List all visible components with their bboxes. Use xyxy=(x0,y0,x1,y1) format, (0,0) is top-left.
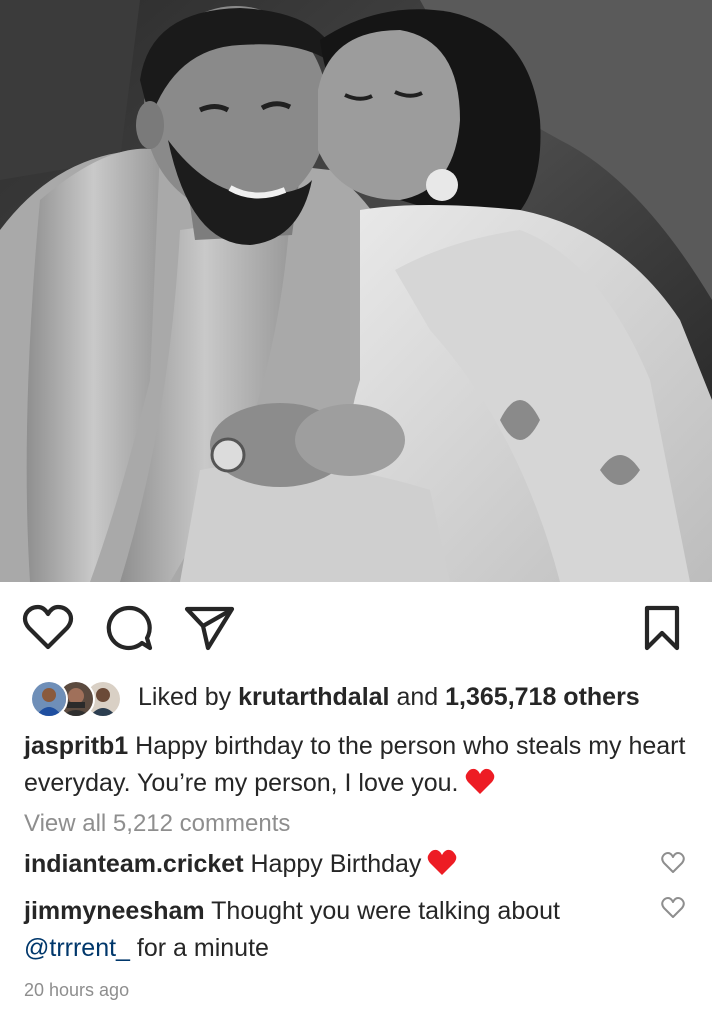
heart-outline-icon[interactable] xyxy=(22,604,74,652)
post-image[interactable] xyxy=(0,0,712,582)
comment-like-heart-icon[interactable] xyxy=(660,896,686,920)
comment-username[interactable]: jimmyneesham xyxy=(24,897,205,925)
likes-summary[interactable]: Liked by krutarthdalal and 1,365,718 oth… xyxy=(138,683,640,712)
comment-username[interactable]: indianteam.cricket xyxy=(24,850,244,878)
mention-link[interactable]: @trrrent_ xyxy=(24,934,130,962)
caption-username[interactable]: jaspritb1 xyxy=(24,732,128,760)
post-photo-illustration xyxy=(0,0,712,582)
comment-item: jimmyneesham Thought you were talking ab… xyxy=(24,893,644,967)
comment-text: Thought you were talking about xyxy=(211,897,560,925)
bookmark-icon[interactable] xyxy=(642,604,682,652)
liker-avatars[interactable] xyxy=(30,680,130,718)
post-caption: jaspritb1 Happy birthday to the person w… xyxy=(24,728,696,802)
comment-text-after: for a minute xyxy=(136,934,269,962)
likes-prefix: Liked by xyxy=(138,683,232,711)
paper-plane-icon[interactable] xyxy=(184,604,236,652)
comment-text: Happy Birthday xyxy=(250,850,422,878)
red-heart-emoji-icon xyxy=(427,849,457,876)
post-timestamp: 20 hours ago xyxy=(24,980,130,1000)
liked-by-username[interactable]: krutarthdalal xyxy=(238,683,389,711)
comment-bubble-icon[interactable] xyxy=(104,604,154,654)
comment-like-heart-icon[interactable] xyxy=(660,851,686,875)
red-heart-emoji-icon xyxy=(465,768,495,795)
likes-row[interactable]: Liked by krutarthdalal and 1,365,718 oth… xyxy=(0,676,712,720)
post-action-bar xyxy=(0,598,712,658)
likes-conjunction: and xyxy=(396,683,439,711)
view-all-comments-link[interactable]: View all 5,212 comments xyxy=(24,810,290,838)
avatar[interactable] xyxy=(30,680,68,718)
likes-count[interactable]: 1,365,718 others xyxy=(445,683,640,711)
comment-item: indianteam.cricket Happy Birthday xyxy=(24,846,644,883)
